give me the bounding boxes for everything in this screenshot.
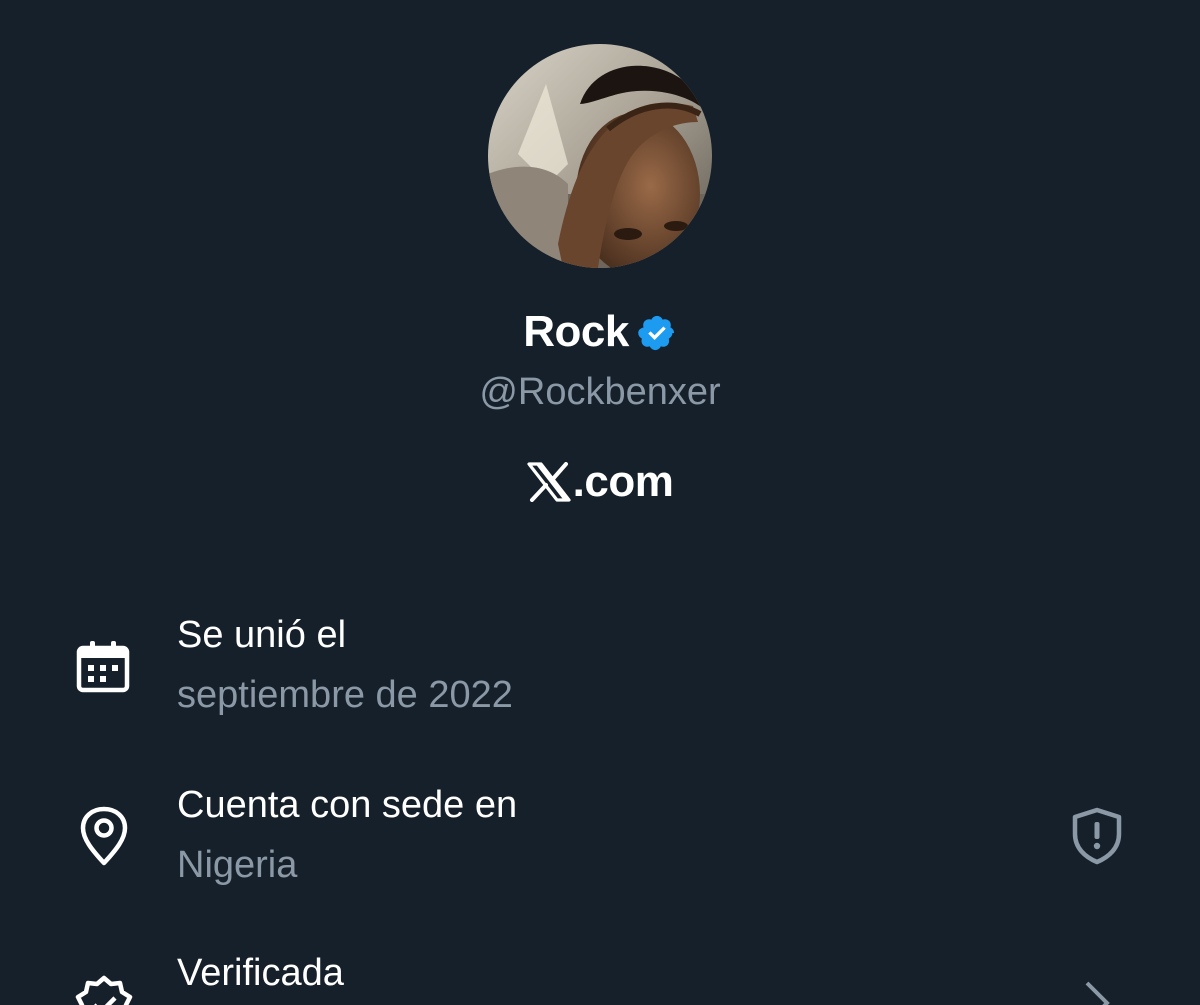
- profile-about-screen: Rock @Rockbenxer .com Se unió el septiem…: [0, 0, 1200, 1005]
- website-text: .com: [572, 457, 674, 506]
- chevron-right-icon[interactable]: [1082, 978, 1112, 1005]
- joined-value: septiembre de 2022: [177, 674, 513, 716]
- profile-handle[interactable]: @Rockbenxer: [0, 364, 1200, 420]
- x-logo-icon: [527, 462, 571, 502]
- profile-website-link[interactable]: .com: [0, 452, 1200, 512]
- account-location-row[interactable]: Cuenta con sede en Nigeria: [0, 776, 1200, 906]
- avatar[interactable]: [488, 44, 712, 268]
- joined-label: Se unió el: [177, 614, 347, 656]
- profile-name-row: Rock: [0, 300, 1200, 364]
- location-pin-icon: [78, 806, 130, 873]
- shield-alert-icon[interactable]: [1070, 806, 1124, 871]
- verified-row[interactable]: Verificada: [0, 946, 1200, 1005]
- display-name: Rock: [523, 307, 629, 356]
- calendar-icon: [74, 638, 132, 701]
- location-value: Nigeria: [177, 844, 298, 886]
- location-label: Cuenta con sede en: [177, 784, 518, 826]
- verified-outline-icon: [74, 974, 134, 1005]
- joined-date-row: Se unió el septiembre de 2022: [0, 606, 1200, 736]
- verified-label: Verificada: [177, 952, 344, 994]
- avatar-image: [488, 44, 712, 268]
- verified-badge-icon[interactable]: [637, 311, 677, 353]
